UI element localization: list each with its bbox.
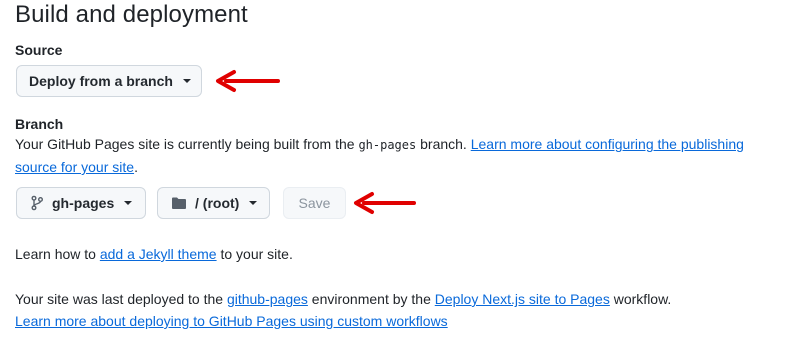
chevron-down-icon: [182, 79, 191, 83]
workflow-link-text: Deploy Next.js site to Pages: [434, 291, 610, 307]
custom-workflows-link-text: Learn more about deploying to GitHub Pag…: [15, 313, 448, 329]
branch-select[interactable]: gh-pages: [16, 187, 146, 219]
environment-link[interactable]: github-pages: [227, 291, 308, 307]
red-arrow-annotation-save: [354, 192, 416, 214]
red-arrow-annotation-source: [216, 70, 280, 92]
branch-select-value: gh-pages: [52, 195, 115, 211]
chevron-down-icon: [124, 201, 133, 205]
branch-desc-suffix: branch.: [416, 136, 471, 152]
branch-label: Branch: [15, 116, 64, 132]
folder-select[interactable]: / (root): [157, 187, 270, 219]
chevron-down-icon: [249, 201, 258, 205]
jekyll-prefix: Learn how to: [15, 246, 100, 262]
save-button[interactable]: Save: [283, 187, 346, 219]
git-branch-icon: [31, 195, 43, 211]
deploy-info-line: Your site was last deployed to the githu…: [15, 288, 795, 310]
environment-link-text: github-pages: [226, 291, 308, 307]
deploy-info-middle: environment by the: [307, 291, 435, 307]
custom-workflows-link[interactable]: Learn more about deploying to GitHub Pag…: [15, 313, 448, 329]
save-button-label: Save: [298, 195, 331, 211]
folder-icon: [172, 197, 186, 209]
branch-desc-prefix: Your GitHub Pages site is currently bein…: [15, 136, 359, 152]
branch-description: Your GitHub Pages site is currently bein…: [15, 133, 755, 178]
custom-workflows-line: Learn more about deploying to GitHub Pag…: [15, 310, 448, 332]
period: .: [134, 159, 138, 175]
jekyll-suffix: to your site.: [216, 246, 293, 262]
source-dropdown[interactable]: Deploy from a branch: [16, 65, 202, 97]
jekyll-line: Learn how to add a Jekyll theme to your …: [15, 243, 293, 265]
deploy-info-suffix: workflow.: [609, 291, 672, 307]
section-title: Build and deployment: [15, 1, 248, 28]
source-label: Source: [15, 42, 63, 58]
folder-select-value: / (root): [195, 195, 240, 211]
workflow-link[interactable]: Deploy Next.js site to Pages: [435, 291, 610, 307]
source-dropdown-value: Deploy from a branch: [29, 73, 173, 89]
deploy-info-prefix: Your site was last deployed to the: [15, 291, 227, 307]
branch-code: gh-pages: [358, 138, 417, 152]
jekyll-theme-link-text: add a Jekyll theme: [99, 246, 217, 262]
jekyll-theme-link[interactable]: add a Jekyll theme: [100, 246, 217, 262]
